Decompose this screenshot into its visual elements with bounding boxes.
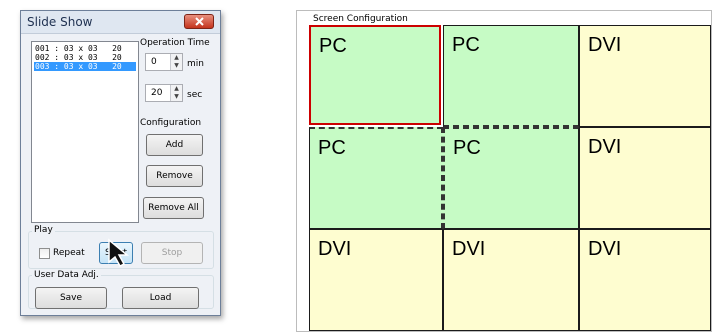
add-button[interactable]: Add xyxy=(146,134,203,156)
screen-cell[interactable]: PC xyxy=(309,25,441,125)
cell-source-label: PC xyxy=(453,137,481,159)
operation-time-label: Operation Time xyxy=(140,38,210,48)
screen-cell[interactable]: DVI xyxy=(579,25,711,127)
remove-button[interactable]: Remove xyxy=(146,165,203,187)
cell-source-label: PC xyxy=(318,137,346,159)
minutes-unit: min xyxy=(187,59,204,69)
cell-source-label: PC xyxy=(452,34,480,56)
list-item[interactable]: 002 : 03 x 03 20 xyxy=(34,53,136,62)
title-bar: Slide Show xyxy=(21,11,220,34)
screen-cell[interactable]: PC xyxy=(443,25,579,127)
cell-source-label: DVI xyxy=(588,238,622,260)
repeat-label[interactable]: Repeat xyxy=(53,248,85,258)
cell-source-label: DVI xyxy=(588,136,622,158)
list-item-selected[interactable]: 003 : 03 x 03 20 xyxy=(34,62,136,71)
mouse-pointer-icon xyxy=(108,238,130,267)
spin-up-icon[interactable]: ▲ xyxy=(171,54,182,62)
stop-button[interactable]: Stop xyxy=(141,242,203,264)
cell-source-label: PC xyxy=(319,35,347,57)
cell-source-label: DVI xyxy=(588,34,622,56)
configuration-label: Configuration xyxy=(140,118,202,128)
window-title: Slide Show xyxy=(27,15,93,29)
remove-all-button[interactable]: Remove All xyxy=(143,197,204,219)
play-label: Play xyxy=(32,225,55,235)
spin-up-icon[interactable]: ▲ xyxy=(171,85,182,93)
minutes-spin-arrows[interactable]: ▲ ▼ xyxy=(170,54,182,70)
close-icon xyxy=(195,17,204,26)
close-button[interactable] xyxy=(184,14,214,29)
save-button[interactable]: Save xyxy=(35,287,107,309)
cell-source-label: DVI xyxy=(452,238,486,260)
screen-cell[interactable]: DVI xyxy=(309,229,443,331)
screen-configuration-title: Screen Configuration xyxy=(313,14,408,24)
screen-grid: PC PC DVI PC PC DVI DVI DVI DVI xyxy=(309,25,712,332)
minutes-spinner[interactable]: 0 ▲ ▼ xyxy=(145,53,183,71)
screen-cell[interactable]: DVI xyxy=(579,127,711,229)
seconds-value: 20 xyxy=(151,88,163,98)
slide-show-window: Slide Show 001 : 03 x 03 20 002 : 03 x 0… xyxy=(20,10,221,316)
minutes-value: 0 xyxy=(151,57,157,67)
seconds-spinner[interactable]: 20 ▲ ▼ xyxy=(145,84,183,102)
list-item[interactable]: 001 : 03 x 03 20 xyxy=(34,44,136,53)
slide-list[interactable]: 001 : 03 x 03 20 002 : 03 x 03 20 003 : … xyxy=(31,41,139,223)
spin-down-icon[interactable]: ▼ xyxy=(171,93,182,101)
screen-cell[interactable]: PC xyxy=(443,127,579,229)
screen-cell[interactable]: PC xyxy=(309,127,443,229)
screen-cell[interactable]: DVI xyxy=(579,229,711,331)
repeat-checkbox[interactable] xyxy=(39,248,50,259)
spin-down-icon[interactable]: ▼ xyxy=(171,62,182,70)
user-data-label: User Data Adj. xyxy=(32,270,101,280)
seconds-unit: sec xyxy=(187,90,203,100)
seconds-spin-arrows[interactable]: ▲ ▼ xyxy=(170,85,182,101)
screen-cell[interactable]: DVI xyxy=(443,229,579,331)
load-button[interactable]: Load xyxy=(122,287,199,309)
screen-configuration-panel: Screen Configuration PC PC DVI PC PC DVI… xyxy=(296,10,712,332)
cell-source-label: DVI xyxy=(318,238,352,260)
